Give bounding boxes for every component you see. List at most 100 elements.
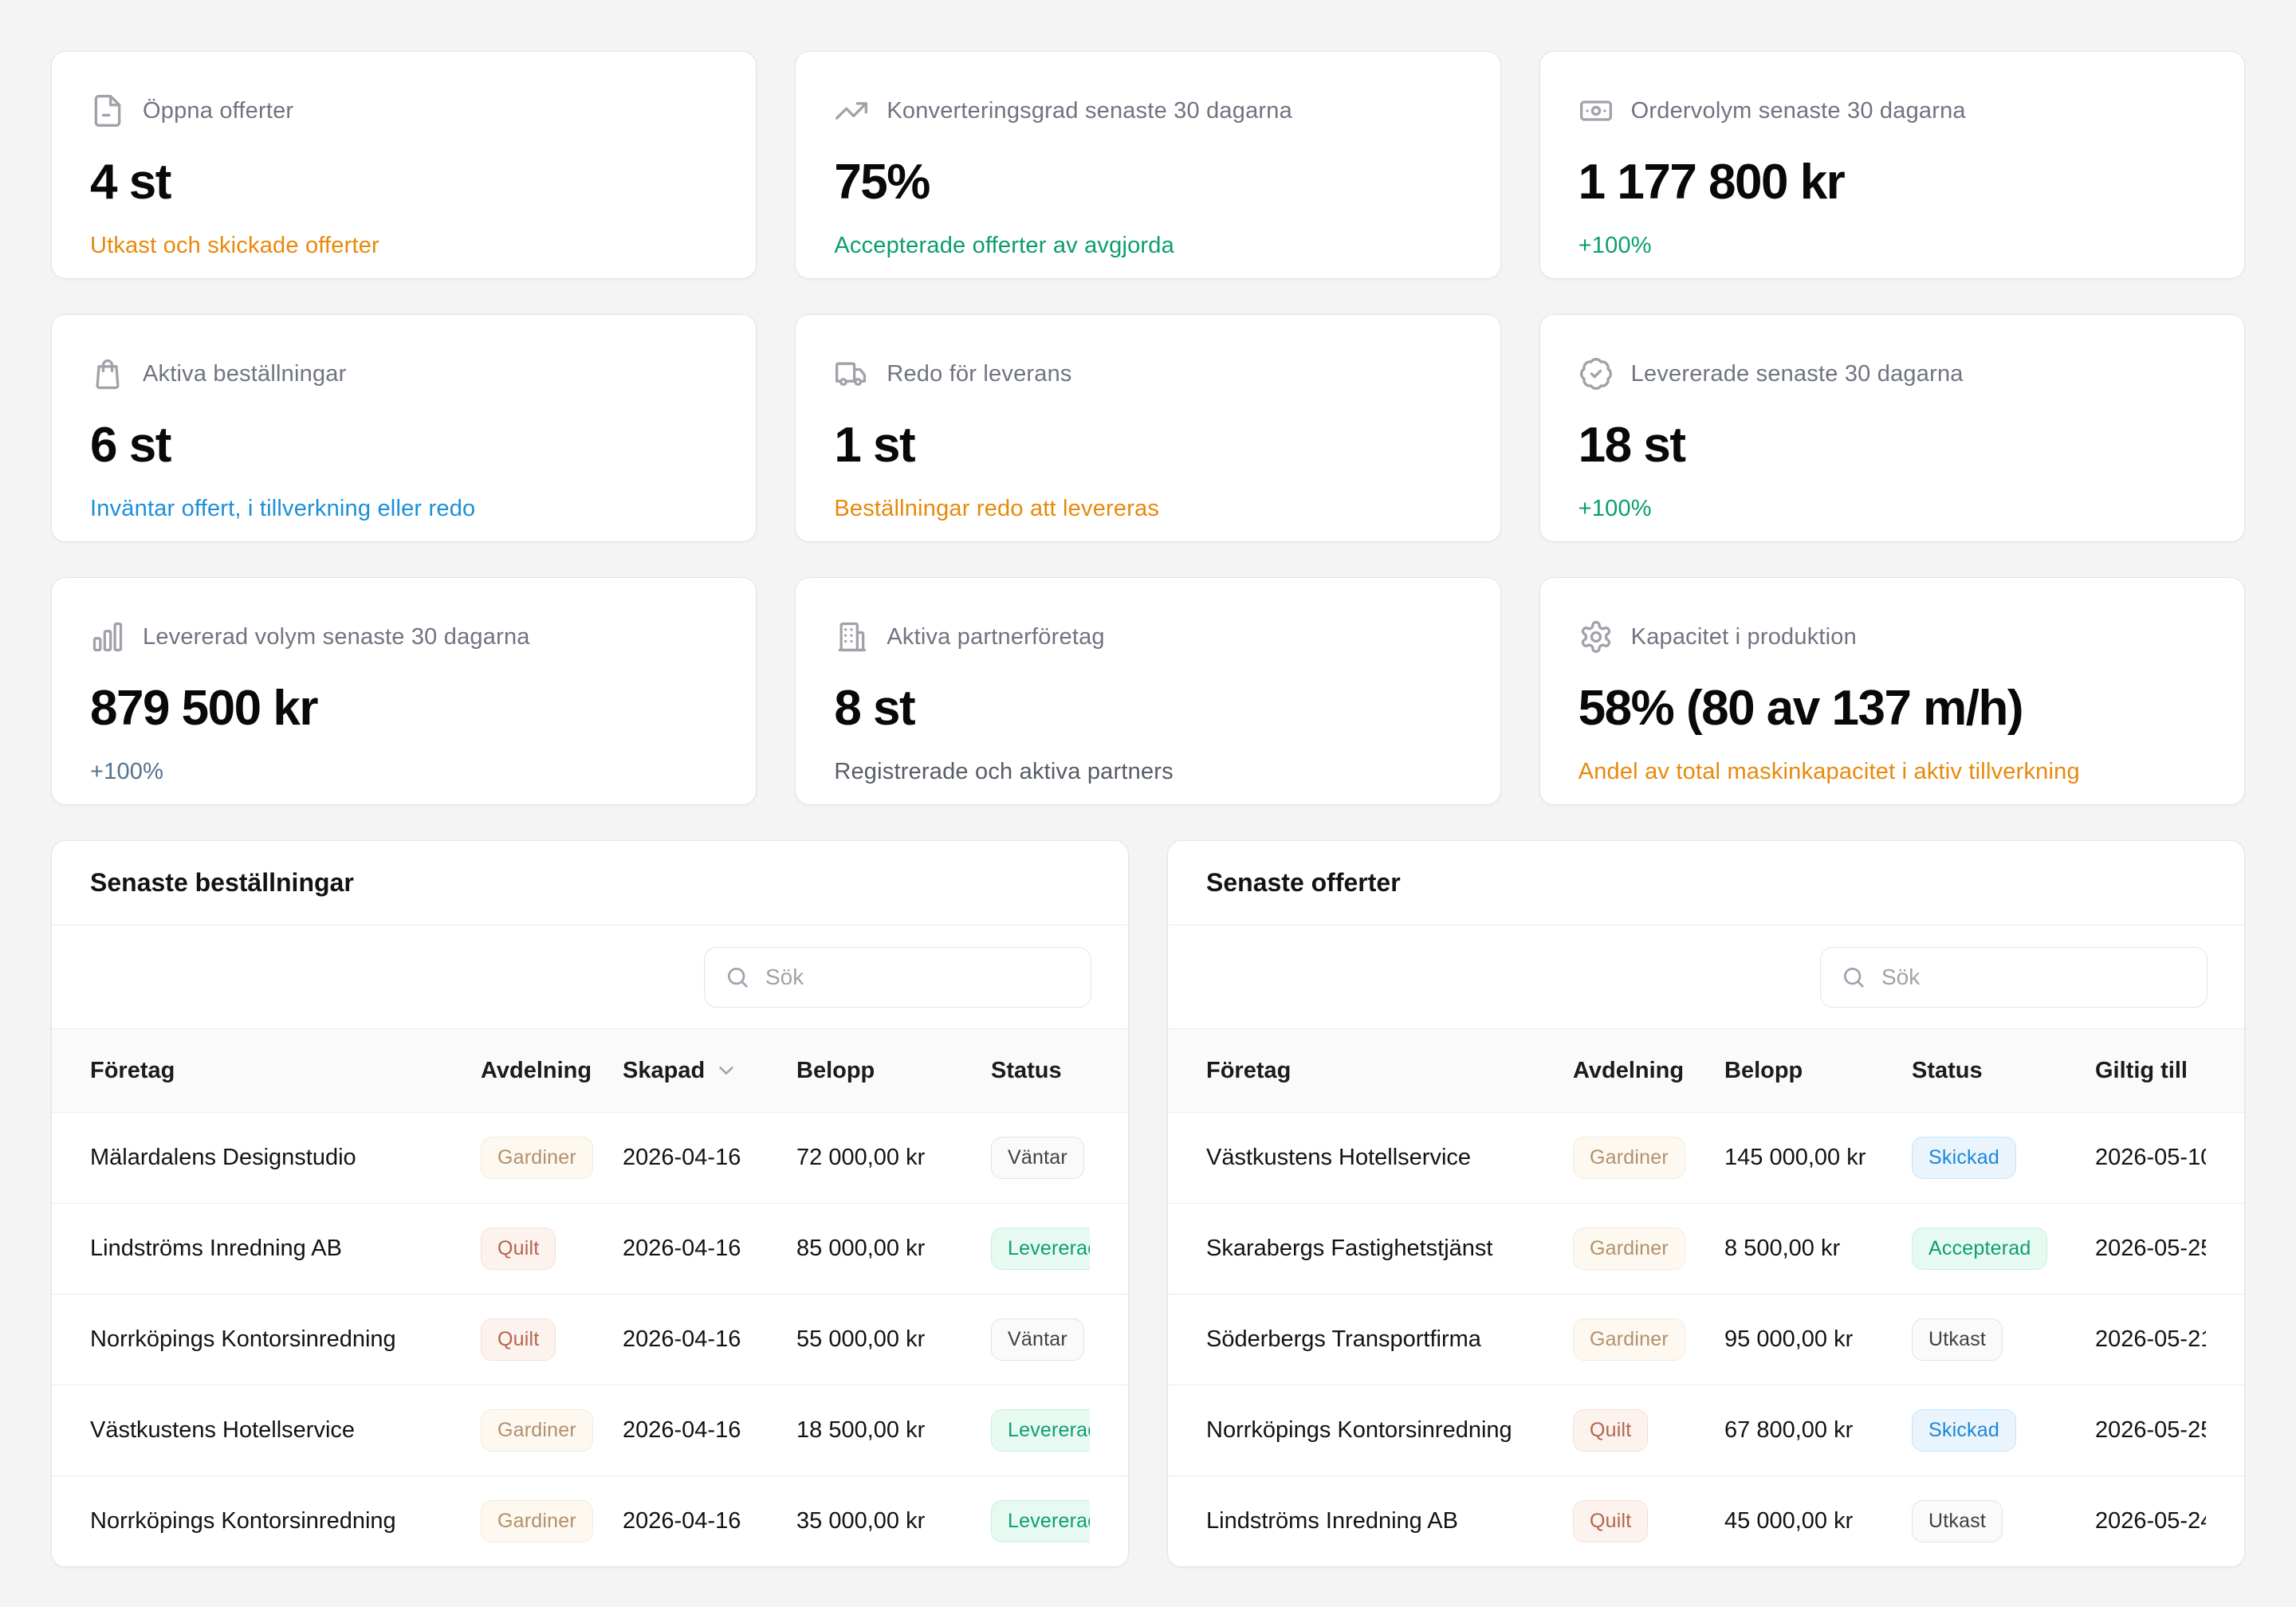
amount-cell: 55 000,00 kr — [796, 1326, 991, 1353]
kpi-card-conversion-rate: Konverteringsgrad senaste 30 dagarna 75%… — [795, 51, 1500, 279]
dashboard: Öppna offerter 4 st Utkast och skickade … — [51, 51, 2245, 1567]
kpi-value: 1 177 800 kr — [1578, 154, 2206, 210]
company-cell: Söderbergs Transportfirma — [1206, 1326, 1573, 1353]
kpi-subtitle: +100% — [1578, 233, 2206, 259]
kpi-subtitle: +100% — [1578, 496, 2206, 522]
kpi-label: Aktiva beställningar — [143, 361, 346, 387]
table-row[interactable]: Västkustens Hotellservice Gardiner 145 0… — [1168, 1112, 2244, 1203]
kpi-subtitle: +100% — [90, 759, 718, 785]
kpi-card-active-orders: Aktiva beställningar 6 st Inväntar offer… — [51, 314, 757, 542]
department-badge: Quilt — [1573, 1500, 1648, 1542]
created-cell: 2026-04-16 — [623, 1326, 796, 1353]
kpi-label: Redo för leverans — [887, 361, 1071, 387]
truck-icon — [834, 356, 869, 391]
orders-search-input[interactable] — [704, 947, 1091, 1008]
status-badge: Accepterad — [1912, 1228, 2047, 1270]
kpi-label: Konverteringsgrad senaste 30 dagarna — [887, 98, 1292, 124]
orders-table-header: Företag Avdelning Skapad Belopp Status — [52, 1029, 1128, 1112]
quotes-search-input[interactable] — [1820, 947, 2208, 1008]
kpi-value: 6 st — [90, 417, 718, 473]
amount-cell: 18 500,00 kr — [796, 1417, 991, 1444]
column-header-belopp: Belopp — [1724, 1058, 1912, 1084]
created-cell: 2026-04-16 — [623, 1417, 796, 1444]
kpi-subtitle: Inväntar offert, i tillverkning eller re… — [90, 496, 718, 522]
company-cell: Norrköpings Kontorsinredning — [90, 1326, 481, 1353]
kpi-card-order-volume: Ordervolym senaste 30 dagarna 1 177 800 … — [1539, 51, 2245, 279]
kpi-label: Ordervolym senaste 30 dagarna — [1631, 98, 1966, 124]
valid-until-cell: 2026-05-10 — [2095, 1145, 2206, 1171]
orders-table-card: Senaste beställningar Företag Avdelning … — [51, 840, 1129, 1567]
company-cell: Mälardalens Designstudio — [90, 1145, 481, 1171]
amount-cell: 145 000,00 kr — [1724, 1145, 1912, 1171]
column-header-giltig-till: Giltig till — [2095, 1058, 2206, 1084]
valid-until-cell: 2026-05-24 — [2095, 1508, 2206, 1534]
quotes-table-header: Företag Avdelning Belopp Status Giltig t… — [1168, 1029, 2244, 1112]
kpi-card-open-quotes: Öppna offerter 4 st Utkast och skickade … — [51, 51, 757, 279]
table-row[interactable]: Söderbergs Transportfirma Gardiner 95 00… — [1168, 1294, 2244, 1385]
file-text-icon — [90, 93, 125, 128]
kpi-card-production-capacity: Kapacitet i produktion 58% (80 av 137 m/… — [1539, 577, 2245, 805]
table-row[interactable]: Västkustens Hotellservice Gardiner 2026-… — [52, 1385, 1128, 1475]
column-header-avdelning: Avdelning — [481, 1058, 623, 1084]
column-header-belopp: Belopp — [796, 1058, 991, 1084]
table-row[interactable]: Mälardalens Designstudio Gardiner 2026-0… — [52, 1112, 1128, 1203]
bar-chart-icon — [90, 619, 125, 654]
kpi-value: 4 st — [90, 154, 718, 210]
table-row[interactable]: Skarabergs Fastighetstjänst Gardiner 8 5… — [1168, 1203, 2244, 1294]
kpi-subtitle: Utkast och skickade offerter — [90, 233, 718, 259]
table-row[interactable]: Norrköpings Kontorsinredning Quilt 67 80… — [1168, 1385, 2244, 1475]
column-header-avdelning: Avdelning — [1573, 1058, 1724, 1084]
status-badge: Levererad — [991, 1228, 1090, 1270]
company-cell: Norrköpings Kontorsinredning — [90, 1508, 481, 1534]
valid-until-cell: 2026-05-25 — [2095, 1236, 2206, 1262]
kpi-grid: Öppna offerter 4 st Utkast och skickade … — [51, 51, 2245, 805]
kpi-label: Kapacitet i produktion — [1631, 624, 1857, 650]
kpi-subtitle: Andel av total maskinkapacitet i aktiv t… — [1578, 759, 2206, 785]
status-badge: Väntar — [991, 1318, 1084, 1361]
kpi-card-ready-for-delivery: Redo för leverans 1 st Beställningar red… — [795, 314, 1500, 542]
status-badge: Levererad — [991, 1500, 1090, 1542]
orders-search[interactable] — [704, 947, 1091, 1008]
company-cell: Norrköpings Kontorsinredning — [1206, 1417, 1573, 1444]
kpi-value: 8 st — [834, 680, 1461, 737]
amount-cell: 85 000,00 kr — [796, 1236, 991, 1262]
table-row[interactable]: Norrköpings Kontorsinredning Quilt 2026-… — [52, 1294, 1128, 1385]
column-header-foretag: Företag — [90, 1058, 481, 1084]
kpi-value: 75% — [834, 154, 1461, 210]
kpi-card-delivered-volume: Levererad volym senaste 30 dagarna 879 5… — [51, 577, 757, 805]
quotes-search[interactable] — [1820, 947, 2208, 1008]
kpi-value: 1 st — [834, 417, 1461, 473]
department-badge: Gardiner — [1573, 1318, 1685, 1361]
created-cell: 2026-04-16 — [623, 1145, 796, 1171]
status-badge: Skickad — [1912, 1409, 2016, 1452]
tables-section: Senaste beställningar Företag Avdelning … — [51, 840, 2245, 1567]
created-cell: 2026-04-16 — [623, 1236, 796, 1262]
orders-title: Senaste beställningar — [52, 841, 1128, 925]
kpi-label: Aktiva partnerföretag — [887, 624, 1104, 650]
column-header-skapad[interactable]: Skapad — [623, 1058, 796, 1084]
department-badge: Gardiner — [1573, 1137, 1685, 1179]
column-header-status: Status — [1912, 1058, 2095, 1084]
department-badge: Quilt — [481, 1228, 556, 1270]
amount-cell: 95 000,00 kr — [1724, 1326, 1912, 1353]
column-header-skapad-label: Skapad — [623, 1058, 705, 1084]
department-badge: Quilt — [481, 1318, 556, 1361]
table-row[interactable]: Lindströms Inredning AB Quilt 45 000,00 … — [1168, 1475, 2244, 1566]
table-row[interactable]: Lindströms Inredning AB Quilt 2026-04-16… — [52, 1203, 1128, 1294]
quotes-title: Senaste offerter — [1168, 841, 2244, 925]
table-row[interactable]: Norrköpings Kontorsinredning Gardiner 20… — [52, 1475, 1128, 1566]
company-cell: Västkustens Hotellservice — [1206, 1145, 1573, 1171]
status-badge: Levererad — [991, 1409, 1090, 1452]
kpi-card-delivered-30-days: Levererade senaste 30 dagarna 18 st +100… — [1539, 314, 2245, 542]
kpi-label: Levererade senaste 30 dagarna — [1631, 361, 1964, 387]
trending-up-icon — [834, 93, 869, 128]
kpi-value: 18 st — [1578, 417, 2206, 473]
status-badge: Väntar — [991, 1137, 1084, 1179]
amount-cell: 67 800,00 kr — [1724, 1417, 1912, 1444]
column-header-foretag: Företag — [1206, 1058, 1573, 1084]
amount-cell: 8 500,00 kr — [1724, 1236, 1912, 1262]
status-badge: Utkast — [1912, 1318, 2003, 1361]
amount-cell: 72 000,00 kr — [796, 1145, 991, 1171]
kpi-subtitle: Accepterade offerter av avgjorda — [834, 233, 1461, 259]
amount-cell: 35 000,00 kr — [796, 1508, 991, 1534]
